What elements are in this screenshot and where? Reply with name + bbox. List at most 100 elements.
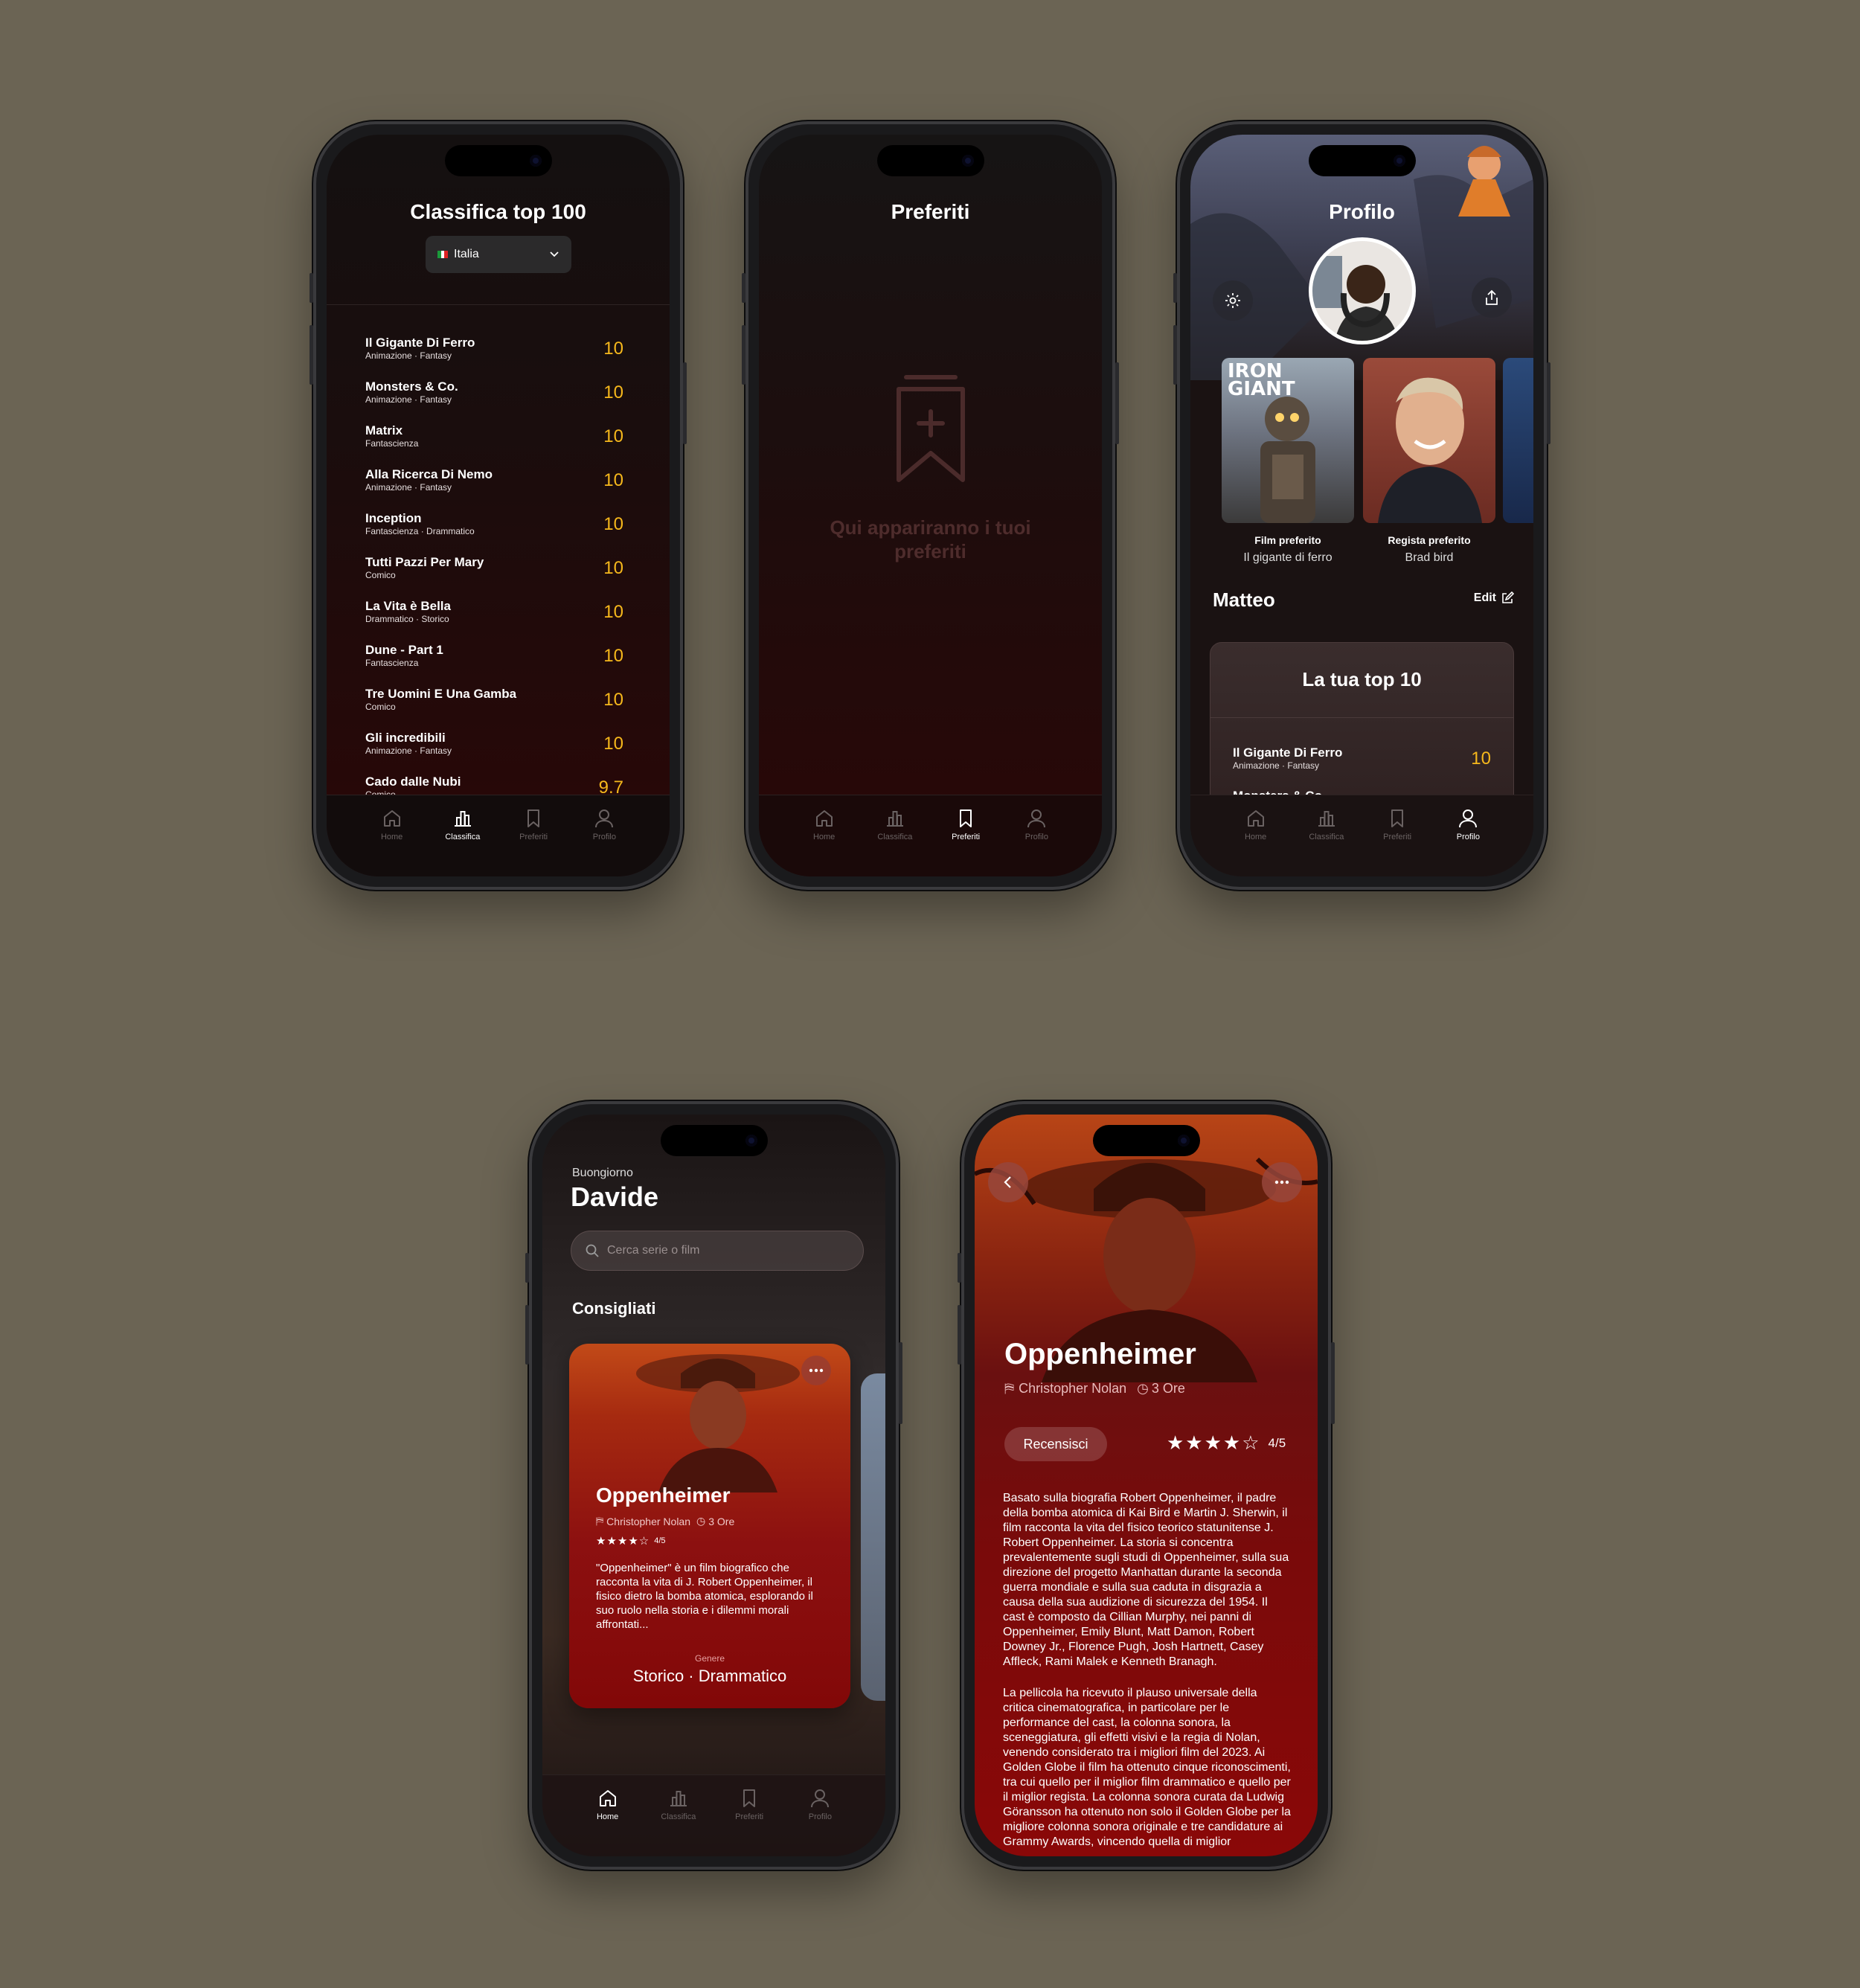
tab-profilo[interactable]: Profilo (1007, 807, 1066, 876)
tab-preferiti[interactable]: Preferiti (719, 1787, 779, 1856)
tab-profilo-label: Profilo (592, 833, 616, 841)
ranking-row-name: Tutti Pazzi Per Mary (365, 555, 484, 569)
ranking-row[interactable]: Matrix Fantascienza 10 (365, 423, 631, 466)
ranking-row-score: 10 (603, 382, 623, 403)
movie-meta: ⛿ Christopher Nolan ◷ 3 Ore (1004, 1381, 1185, 1397)
ranking-row-name: Cado dalle Nubi (365, 775, 461, 789)
tab-profilo-label: Profilo (1024, 833, 1048, 841)
tab-classifica-label: Classifica (1309, 833, 1344, 841)
share-icon (1486, 289, 1498, 305)
home-icon (815, 810, 833, 827)
ranking-row[interactable]: Gli incredibili Animazione · Fantasy 10 (365, 731, 631, 774)
movie-rating: ★★★★☆ 4/5 (1167, 1431, 1286, 1455)
edit-button[interactable]: Edit (1474, 591, 1514, 605)
ranking-row[interactable]: Tutti Pazzi Per Mary Comico 10 (365, 555, 631, 598)
top10-row-score: 10 (1471, 748, 1491, 769)
description-p1: Basato sulla biografia Robert Oppenheime… (1003, 1492, 1289, 1668)
more-button[interactable] (1262, 1162, 1302, 1202)
film-value: Il gigante di ferro (1243, 551, 1333, 564)
empty-state-text: Qui appariranno i tuoi preferiti (830, 516, 1031, 562)
top10-row-genre: Animazione · Fantasy (1233, 760, 1320, 771)
tab-profilo[interactable]: Profilo (790, 1787, 850, 1856)
top10-row[interactable]: Il Gigante Di Ferro Animazione · Fantasy… (1233, 746, 1491, 771)
tab-profilo-label: Profilo (808, 1812, 832, 1821)
phone-ranking: Classifica top 100 Italia Il Gigante Di … (310, 121, 687, 890)
section-title: Consigliati (572, 1299, 656, 1318)
avatar[interactable] (1309, 237, 1416, 344)
phone-favorites: Preferiti Qui appariranno i tuoi preferi… (742, 121, 1119, 890)
bookmark-icon (527, 809, 540, 827)
tab-home[interactable]: Home (795, 807, 854, 876)
ranking-row-name: Dune - Part 1 (365, 643, 443, 657)
ranking-row[interactable]: Il Gigante Di Ferro Animazione · Fantasy 1… (365, 336, 631, 379)
review-button[interactable]: Recensisci (1004, 1427, 1107, 1461)
more-button[interactable] (801, 1356, 831, 1385)
ranking-row-score: 10 (603, 426, 623, 446)
ranking-row[interactable]: Tre Uomini E Una Gamba Comico 10 (365, 687, 631, 730)
tab-preferiti[interactable]: Preferiti (1367, 807, 1427, 876)
chevron-left-icon (1004, 1176, 1011, 1188)
edit-icon (1502, 591, 1514, 603)
ranking-row-name: Alla Ricerca Di Nemo (365, 467, 493, 481)
director-value: Brad bird (1405, 551, 1454, 564)
favorite-director-photo[interactable] (1363, 358, 1495, 523)
next-card[interactable] (861, 1373, 885, 1701)
country-select[interactable]: Italia (426, 236, 571, 273)
settings-button[interactable] (1213, 280, 1253, 321)
movie-duration: 3 Ore (1151, 1381, 1185, 1396)
tab-profilo-label: Profilo (1456, 833, 1480, 841)
tab-preferiti[interactable]: Preferiti (936, 807, 995, 876)
ranking-row-score: 10 (603, 734, 623, 754)
home-screen: Buongiorno Davide Cerca serie o film Con… (542, 1115, 885, 1856)
share-button[interactable] (1472, 278, 1512, 318)
greeting: Buongiorno (572, 1167, 633, 1179)
ranking-row-score: 10 (603, 339, 623, 359)
ranking-row[interactable]: Dune - Part 1 Fantascienza 10 (365, 643, 631, 686)
page-title: Profilo (1329, 200, 1395, 223)
phone-detail: Oppenheimer ⛿ Christopher Nolan ◷ 3 Ore … (958, 1101, 1335, 1870)
bookmark-icon (960, 809, 972, 827)
tab-classifica[interactable]: Classifica (433, 807, 493, 876)
ranking-row-name: Matrix (365, 423, 403, 437)
clock-icon: ◷ (1137, 1381, 1149, 1396)
back-button[interactable] (988, 1162, 1028, 1202)
tab-preferiti[interactable]: Preferiti (504, 807, 563, 876)
home-icon (1247, 810, 1264, 827)
ranking-row[interactable]: La Vita è Bella Drammatico · Storico 10 (365, 599, 631, 642)
movie-rating-value: 4/5 (1268, 1435, 1286, 1450)
favorite-film-poster[interactable]: IRON GIANT (1222, 358, 1354, 523)
divider (1210, 717, 1513, 718)
ranking-row-name: Monsters & Co. (365, 379, 458, 394)
tab-home[interactable]: Home (362, 807, 422, 876)
dynamic-island (660, 1125, 768, 1156)
ranking-row-name: La Vita è Bella (365, 599, 451, 613)
ranking-row[interactable]: Monsters & Co. Animazione · Fantasy 10 (365, 379, 631, 423)
tab-classifica[interactable]: Classifica (865, 807, 925, 876)
ranking-row[interactable]: Inception Fantascienza · Drammatico 10 (365, 511, 631, 554)
tab-home-label: Home (1244, 833, 1267, 841)
tab-classifica[interactable]: Classifica (1297, 807, 1356, 876)
search-input[interactable]: Cerca serie o film (571, 1231, 864, 1271)
bookmark-icon (743, 1789, 756, 1807)
tab-profilo[interactable]: Profilo (574, 807, 634, 876)
tab-preferiti-label: Preferiti (735, 1812, 764, 1821)
extra-poster[interactable] (1503, 358, 1533, 523)
tab-classifica-label: Classifica (877, 833, 913, 841)
search-placeholder: Cerca serie o film (607, 1244, 700, 1257)
movie-card[interactable]: Oppenheimer ⛿ Christopher Nolan ◷ 3 Ore … (569, 1344, 850, 1708)
user-icon (811, 1789, 830, 1808)
tab-home-label: Home (812, 833, 836, 841)
tab-profilo[interactable]: Profilo (1438, 807, 1498, 876)
description-p2: La pellicola ha ricevuto il plauso unive… (1003, 1687, 1291, 1848)
tab-home[interactable]: Home (578, 1787, 638, 1856)
dynamic-island (444, 145, 552, 176)
ranking-row[interactable]: Alla Ricerca Di Nemo Animazione · Fantasy… (365, 467, 631, 510)
tab-home[interactable]: Home (1226, 807, 1286, 876)
movie-title: Oppenheimer (1004, 1338, 1196, 1370)
tab-classifica[interactable]: Classifica (649, 1787, 708, 1856)
user-icon (595, 809, 614, 828)
top10-row-name: Il Gigante Di Ferro (1233, 746, 1343, 760)
bookmark-add-icon (893, 373, 969, 484)
bookmark-icon (1391, 809, 1404, 827)
ranking-row-score: 10 (603, 646, 623, 666)
